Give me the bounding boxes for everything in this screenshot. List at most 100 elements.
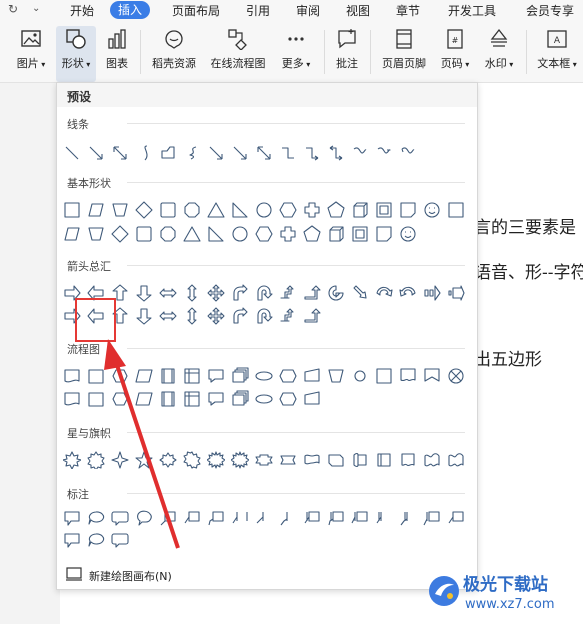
tab-section[interactable]: 章节 bbox=[396, 2, 420, 19]
shape-option[interactable] bbox=[207, 144, 225, 162]
shape-option[interactable] bbox=[279, 201, 297, 219]
redo-icon[interactable]: ↻ bbox=[8, 2, 18, 16]
shapes-button[interactable]: 形状 ▾ bbox=[56, 26, 96, 82]
watermark-button[interactable]: 水印 ▾ bbox=[481, 28, 517, 71]
shape-option[interactable] bbox=[399, 284, 417, 302]
shape-option[interactable] bbox=[231, 390, 249, 408]
shape-option[interactable] bbox=[87, 201, 105, 219]
shape-option[interactable] bbox=[135, 509, 153, 527]
shape-option[interactable] bbox=[279, 509, 297, 527]
shape-option[interactable] bbox=[303, 367, 321, 385]
shape-option[interactable] bbox=[351, 284, 369, 302]
shape-option[interactable] bbox=[207, 451, 225, 469]
shape-option[interactable] bbox=[159, 390, 177, 408]
shape-option[interactable] bbox=[183, 225, 201, 243]
shape-option[interactable] bbox=[255, 451, 273, 469]
shape-option[interactable] bbox=[207, 201, 225, 219]
shape-option[interactable] bbox=[231, 367, 249, 385]
shape-option[interactable] bbox=[183, 451, 201, 469]
shape-option[interactable] bbox=[87, 451, 105, 469]
tab-developer[interactable]: 开发工具 bbox=[448, 2, 496, 19]
shape-option[interactable] bbox=[87, 390, 105, 408]
shape-option[interactable] bbox=[447, 509, 465, 527]
shape-option[interactable] bbox=[399, 509, 417, 527]
shape-option[interactable] bbox=[231, 201, 249, 219]
shape-option[interactable] bbox=[423, 509, 441, 527]
shape-option[interactable] bbox=[303, 390, 321, 408]
shape-option[interactable] bbox=[135, 284, 153, 302]
shape-option[interactable] bbox=[135, 451, 153, 469]
shape-option[interactable] bbox=[255, 225, 273, 243]
shape-option[interactable] bbox=[423, 367, 441, 385]
shape-option[interactable] bbox=[399, 367, 417, 385]
resource-button[interactable]: 稻壳资源 bbox=[148, 28, 200, 71]
shape-option[interactable] bbox=[303, 225, 321, 243]
textbox-button[interactable]: A 文本框 ▾ bbox=[534, 28, 580, 71]
more-button[interactable]: 更多 ▾ bbox=[278, 28, 314, 71]
shape-option[interactable] bbox=[231, 284, 249, 302]
shape-option[interactable] bbox=[327, 284, 345, 302]
header-footer-button[interactable]: 页眉页脚 bbox=[378, 28, 430, 71]
comment-button[interactable]: 批注 bbox=[331, 28, 363, 71]
shape-option[interactable] bbox=[447, 201, 465, 219]
shape-option[interactable] bbox=[135, 367, 153, 385]
shape-option[interactable] bbox=[183, 509, 201, 527]
shape-option[interactable] bbox=[351, 367, 369, 385]
shape-option[interactable] bbox=[87, 531, 105, 549]
shape-option[interactable] bbox=[63, 225, 81, 243]
shape-option[interactable] bbox=[279, 144, 297, 162]
shape-option[interactable] bbox=[351, 201, 369, 219]
shape-option[interactable] bbox=[63, 144, 81, 162]
shape-option[interactable] bbox=[423, 284, 441, 302]
shape-option[interactable] bbox=[207, 509, 225, 527]
tab-member[interactable]: 会员专享 bbox=[526, 2, 574, 19]
shape-option[interactable] bbox=[303, 451, 321, 469]
shape-option[interactable] bbox=[303, 284, 321, 302]
shape-option[interactable] bbox=[375, 284, 393, 302]
shape-option[interactable] bbox=[255, 509, 273, 527]
shape-option[interactable] bbox=[351, 144, 369, 162]
shape-option[interactable] bbox=[87, 509, 105, 527]
shape-option[interactable] bbox=[423, 201, 441, 219]
shape-option[interactable] bbox=[111, 144, 129, 162]
tab-references[interactable]: 引用 bbox=[246, 2, 270, 19]
shape-option[interactable] bbox=[183, 284, 201, 302]
shape-option[interactable] bbox=[279, 307, 297, 325]
shape-option[interactable] bbox=[87, 367, 105, 385]
tab-home[interactable]: 开始 bbox=[70, 2, 94, 19]
shape-option[interactable] bbox=[159, 284, 177, 302]
shape-option[interactable] bbox=[375, 451, 393, 469]
shape-option[interactable] bbox=[135, 201, 153, 219]
shape-option[interactable] bbox=[303, 509, 321, 527]
tab-view[interactable]: 视图 bbox=[346, 2, 370, 19]
shape-option[interactable] bbox=[111, 390, 129, 408]
shape-option[interactable] bbox=[231, 225, 249, 243]
shape-option[interactable] bbox=[207, 307, 225, 325]
shape-option[interactable] bbox=[327, 201, 345, 219]
chart-button[interactable]: 图表 bbox=[102, 28, 132, 71]
shape-option[interactable] bbox=[399, 451, 417, 469]
shape-option[interactable] bbox=[303, 307, 321, 325]
shape-option[interactable] bbox=[111, 531, 129, 549]
shape-option[interactable] bbox=[375, 367, 393, 385]
shape-option[interactable] bbox=[375, 509, 393, 527]
shape-option[interactable] bbox=[159, 144, 177, 162]
shape-option[interactable] bbox=[231, 509, 249, 527]
shape-option[interactable] bbox=[183, 201, 201, 219]
shape-option[interactable] bbox=[327, 144, 345, 162]
shape-option[interactable] bbox=[207, 390, 225, 408]
shape-option[interactable] bbox=[327, 225, 345, 243]
picture-button[interactable]: 图片 ▾ bbox=[12, 28, 50, 71]
shape-option[interactable] bbox=[159, 509, 177, 527]
shape-option[interactable] bbox=[255, 284, 273, 302]
shape-option[interactable] bbox=[279, 225, 297, 243]
shape-option[interactable] bbox=[327, 451, 345, 469]
shape-option[interactable] bbox=[87, 144, 105, 162]
shape-option[interactable] bbox=[135, 144, 153, 162]
shape-option[interactable] bbox=[111, 225, 129, 243]
shape-option[interactable] bbox=[207, 284, 225, 302]
tab-page-layout[interactable]: 页面布局 bbox=[172, 2, 220, 19]
shape-option[interactable] bbox=[231, 144, 249, 162]
tab-insert[interactable]: 插入 bbox=[110, 1, 151, 19]
quick-access-dropdown-icon[interactable]: ⌄ bbox=[32, 3, 40, 14]
